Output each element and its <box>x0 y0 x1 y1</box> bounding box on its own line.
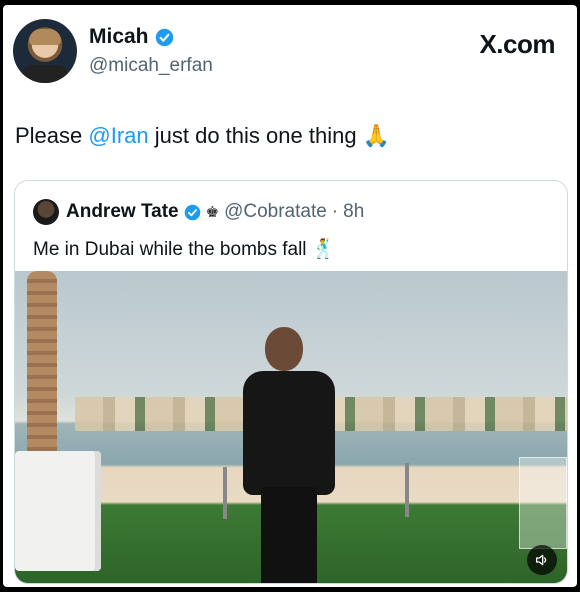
tweet-text-after: just do this one thing 🙏 <box>148 123 391 148</box>
mute-toggle-button[interactable] <box>527 545 557 575</box>
quoted-header: Andrew Tate ♚ @Cobratate · 8h <box>66 201 364 223</box>
standing-man <box>233 327 343 583</box>
brand-logo: X.com <box>479 29 555 59</box>
quoted-author-name[interactable]: Andrew Tate <box>66 201 179 223</box>
author-avatar[interactable] <box>13 19 77 83</box>
speaker-muted-icon <box>536 554 547 566</box>
mention-link[interactable]: @Iran <box>88 123 148 148</box>
tweet-card[interactable]: Micah @micah_erfan X.com Please @Iran ju… <box>3 5 577 587</box>
tweet-text-before: Please <box>15 123 89 148</box>
verified-badge-icon <box>184 204 200 220</box>
palm-trunk <box>27 271 57 461</box>
author-handle[interactable]: @micah_erfan <box>89 55 213 77</box>
quoted-text: Me in Dubai while the bombs fall 🕺 <box>33 239 336 260</box>
author-name-row: Micah <box>89 25 174 49</box>
chess-king-icon: ♚ <box>205 204 220 221</box>
quoted-time[interactable]: 8h <box>343 201 364 223</box>
glass-railing <box>519 457 567 549</box>
verified-badge-icon <box>155 28 173 46</box>
tweet-text: Please @Iran just do this one thing 🙏 <box>15 123 390 149</box>
person-head <box>265 327 303 371</box>
avatar-hair <box>29 29 61 45</box>
garden-post <box>223 467 227 519</box>
quoted-tweet[interactable]: Andrew Tate ♚ @Cobratate · 8h Me in Duba… <box>14 180 568 584</box>
avatar-shirt <box>21 65 69 83</box>
quoted-handle[interactable]: @Cobratate <box>224 201 327 223</box>
person-body <box>243 371 335 495</box>
white-planter <box>15 451 101 571</box>
video-player[interactable] <box>15 271 567 583</box>
person-legs <box>261 487 317 583</box>
quoted-author-avatar[interactable] <box>33 199 59 225</box>
garden-post <box>405 463 409 517</box>
author-name[interactable]: Micah <box>89 25 149 49</box>
separator-dot: · <box>331 201 339 222</box>
